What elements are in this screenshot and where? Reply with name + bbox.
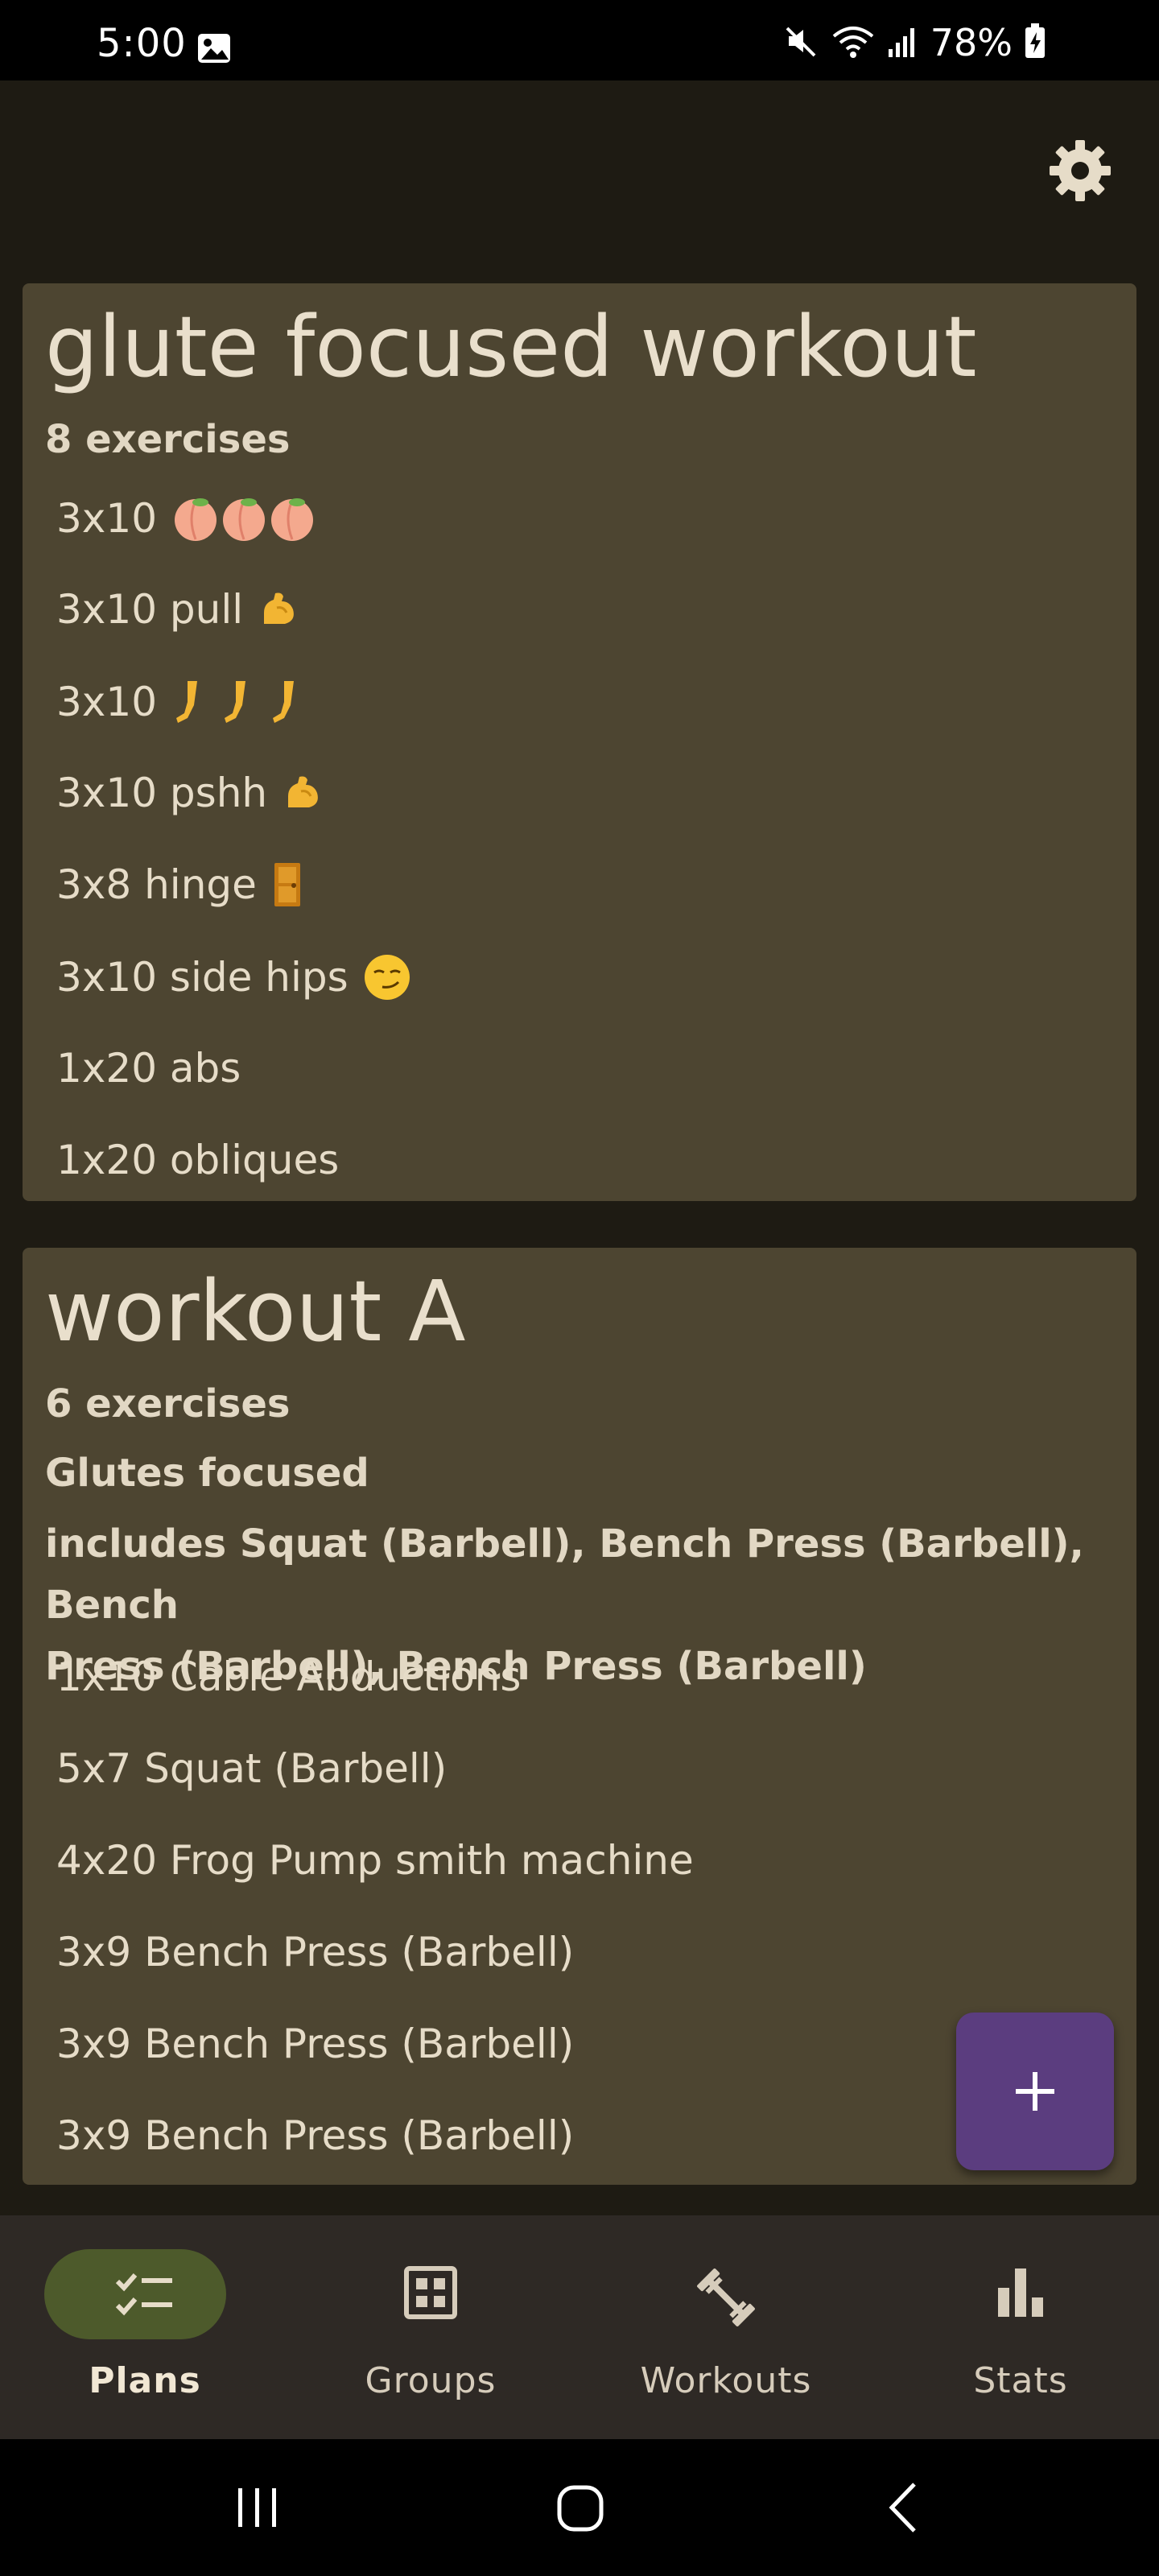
- plan-title: glute focused workout: [45, 298, 977, 396]
- nav-label: Plans: [89, 2360, 201, 2401]
- dumbbell-icon: [697, 2268, 755, 2326]
- back-icon: [889, 2483, 916, 2533]
- status-bar: 5:00 78%: [0, 0, 1159, 80]
- exercise-item: 3x9 Bench Press (Barbell): [56, 2112, 575, 2159]
- checklist-icon: [115, 2273, 172, 2316]
- home-button[interactable]: [555, 2483, 605, 2537]
- battery-charging-icon: [1024, 23, 1046, 63]
- bottom-navigation: Plans Groups Workouts Stats: [0, 2215, 1159, 2439]
- exercise-item: 3x9 Bench Press (Barbell): [56, 2021, 575, 2067]
- nav-label: Workouts: [640, 2360, 812, 2401]
- plus-icon: [1016, 2072, 1054, 2111]
- nav-label: Groups: [365, 2360, 497, 2401]
- peach-icon: [171, 494, 316, 543]
- status-time: 5:00: [97, 21, 187, 66]
- nav-item-plans[interactable]: Plans: [0, 2215, 290, 2439]
- nav-item-workouts[interactable]: Workouts: [581, 2215, 871, 2439]
- status-icons: 78%: [784, 21, 1046, 64]
- exercise-item: 3x9 Bench Press (Barbell): [56, 1929, 575, 1975]
- plan-group: Glutes focused: [45, 1451, 369, 1496]
- plan-card-glute-focused[interactable]: glute focused workout 8 exercises 3x10 3…: [23, 283, 1136, 1201]
- door-icon: [271, 861, 303, 908]
- home-icon: [557, 2485, 604, 2532]
- recent-apps-button[interactable]: [233, 2483, 282, 2535]
- exercise-item: 1x20 obliques: [56, 1137, 340, 1183]
- nav-item-stats[interactable]: Stats: [876, 2215, 1159, 2439]
- leg-icon: [171, 678, 308, 726]
- system-navigation-bar: [0, 2439, 1159, 2576]
- exercise-item: 3x10: [56, 494, 316, 543]
- flexed-biceps-icon: [282, 772, 324, 814]
- exercise-item: 1x10 Cable Abductions: [56, 1653, 522, 1700]
- bar-chart-icon: [998, 2268, 1043, 2317]
- app-screen: 5:00 78% glute focused workout 8 exercis…: [0, 0, 1159, 2576]
- exercise-item: 3x10 pshh: [56, 770, 324, 816]
- exercise-item: 4x20 Frog Pump smith machine: [56, 1837, 694, 1884]
- exercise-item: 1x20 abs: [56, 1045, 241, 1092]
- wifi-icon: [831, 23, 876, 62]
- exercise-item: 5x7 Squat (Barbell): [56, 1745, 448, 1792]
- back-button[interactable]: [884, 2481, 924, 2537]
- plan-title: workout A: [45, 1262, 466, 1360]
- exercise-item: 3x10: [56, 678, 308, 726]
- exercise-item: 3x10 side hips: [56, 953, 411, 1001]
- gear-icon: [1050, 140, 1111, 201]
- battery-percent: 78%: [930, 21, 1013, 64]
- smirking-face-icon: [363, 953, 411, 1001]
- settings-button[interactable]: [1046, 137, 1114, 204]
- exercise-item: 3x8 hinge: [56, 861, 303, 908]
- recent-apps-icon: [238, 2488, 276, 2527]
- nav-item-groups[interactable]: Groups: [286, 2215, 575, 2439]
- grid-icon: [404, 2266, 457, 2319]
- signal-icon: [887, 23, 919, 62]
- exercise-item: 3x10 pull: [56, 586, 299, 633]
- exercise-count: 6 exercises: [45, 1381, 291, 1426]
- nav-label: Stats: [973, 2360, 1068, 2401]
- add-plan-button[interactable]: [956, 2013, 1114, 2170]
- exercise-count: 8 exercises: [45, 417, 291, 462]
- image-notification-icon: [196, 32, 232, 68]
- flexed-biceps-icon: [258, 588, 299, 630]
- mute-icon: [784, 23, 819, 62]
